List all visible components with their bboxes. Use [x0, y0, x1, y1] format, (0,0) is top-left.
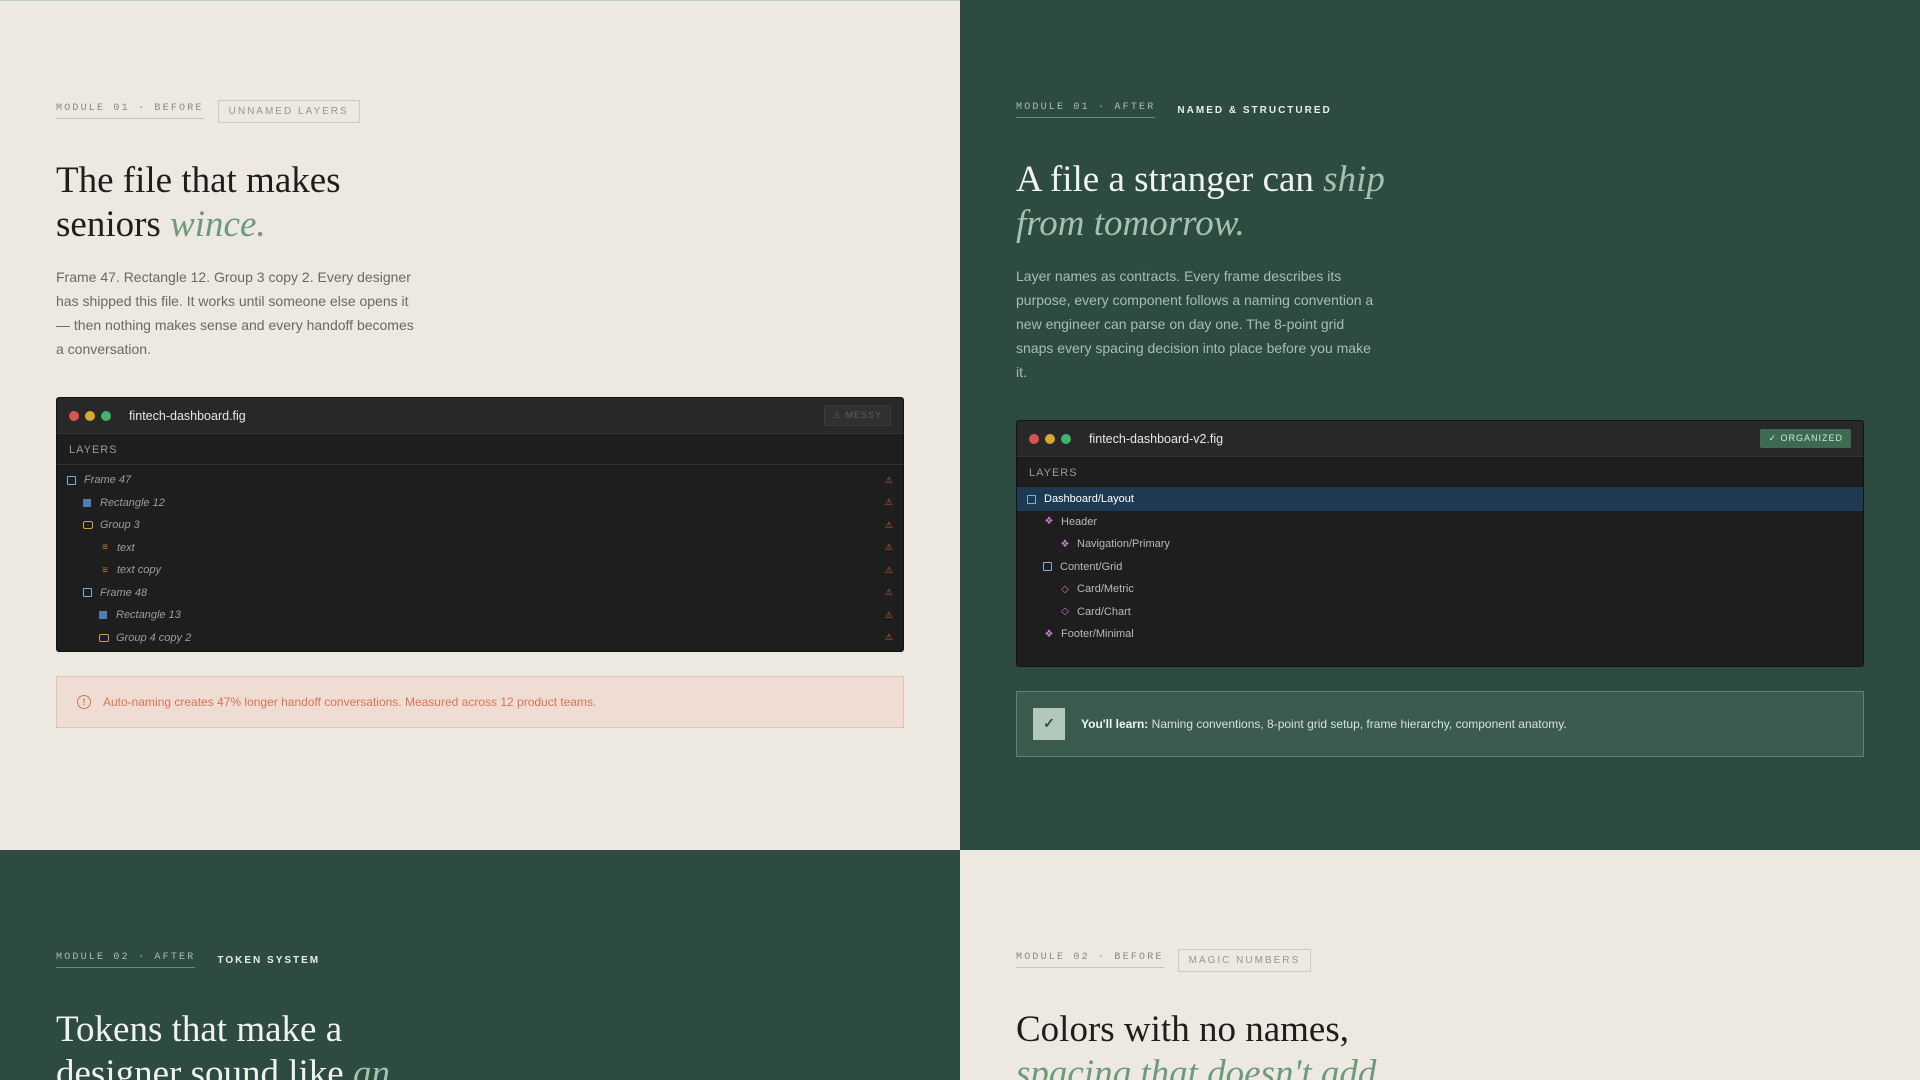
module-tag: TOKEN SYSTEM	[217, 954, 321, 966]
title-line-1: The file that makes	[56, 160, 341, 201]
warning-callout-text: Auto-naming creates 47% longer handoff c…	[103, 695, 597, 709]
module-tag: MAGIC NUMBERS	[1177, 948, 1312, 972]
module-label: MODULE 02 · AFTER	[56, 952, 196, 968]
layer-row-selected[interactable]: Dashboard/Layout	[1017, 488, 1863, 511]
warning-icon: ⚠	[884, 632, 893, 643]
close-dot-icon[interactable]	[69, 410, 79, 421]
status-badge: ⚠ MESSY	[823, 405, 891, 426]
title-emphasis: wince.	[170, 204, 266, 245]
layer-row[interactable]: Content/Grid	[1017, 556, 1863, 579]
section-body: Frame 47. Rectangle 12. Group 3 copy 2. …	[56, 269, 414, 357]
text-icon: ≡	[102, 542, 108, 554]
rectangle-icon	[83, 498, 91, 507]
title-emphasis: spacing that doesn't add	[1016, 1053, 1377, 1080]
layer-row[interactable]: ≡ text copy ⚠	[57, 559, 903, 582]
status-badge: ✓ ORGANIZED	[1760, 429, 1851, 448]
window-filename: fintech-dashboard-v2.fig	[1089, 431, 1224, 446]
section-body: Layer names as contracts. Every frame de…	[1016, 268, 1374, 380]
group-icon	[99, 633, 109, 642]
layer-row[interactable]: ≡ text ⚠	[57, 537, 903, 560]
title-line-1: A file a stranger can	[1016, 159, 1324, 200]
frame-icon	[67, 475, 76, 485]
maximize-dot-icon[interactable]	[1061, 433, 1071, 444]
title-emphasis: an	[352, 1053, 390, 1080]
instance-icon: ◇	[1061, 583, 1069, 595]
title-line-1: Tokens that make a	[56, 1009, 343, 1050]
module-tag: NAMED & STRUCTURED	[1177, 104, 1332, 116]
section-title: Colors with no names, spacing that doesn…	[1016, 1008, 1864, 1080]
title-line-2: seniors	[56, 204, 171, 245]
info-circle-icon: !	[77, 695, 91, 709]
text-icon: ≡	[102, 564, 108, 576]
layer-row[interactable]: Group 4 copy 2 ⚠	[57, 627, 903, 650]
layer-row[interactable]: ❖ Header	[1017, 511, 1863, 534]
eyebrow: MODULE 01 · AFTER NAMED & STRUCTURED	[1016, 98, 1864, 122]
layer-row[interactable]: ❖ Navigation/Primary	[1017, 533, 1863, 556]
title-emphasis-2: from tomorrow.	[1016, 203, 1245, 244]
warning-icon: ⚠	[884, 474, 893, 485]
layer-row[interactable]: Rectangle 13 ⚠	[57, 604, 903, 627]
warning-icon: ⚠	[884, 564, 893, 575]
component-icon: ❖	[1060, 538, 1070, 550]
learn-callout-text: You'll learn: Naming conventions, 8-poin…	[1081, 716, 1567, 731]
module-02-after-panel: MODULE 02 · AFTER TOKEN SYSTEM Tokens th…	[0, 850, 960, 1080]
module-01-after-panel: MODULE 01 · AFTER NAMED & STRUCTURED A f…	[960, 0, 1920, 850]
window-titlebar: fintech-dashboard.fig ⚠ MESSY	[57, 398, 903, 434]
checkmark-icon: ✓	[1033, 707, 1065, 740]
module-label: MODULE 01 · AFTER	[1016, 102, 1156, 118]
layers-header: LAYERS	[1017, 457, 1863, 488]
section-title: A file a stranger can ship from tomorrow…	[1016, 158, 1864, 246]
eyebrow: MODULE 01 · BEFORE UNNAMED LAYERS	[56, 99, 904, 123]
warning-icon: ⚠	[884, 497, 893, 508]
title-line-2: designer sound like	[56, 1053, 353, 1080]
warning-icon: ⚠	[884, 519, 893, 530]
minimize-dot-icon[interactable]	[1045, 433, 1055, 444]
component-icon: ❖	[1044, 628, 1054, 640]
layer-row[interactable]: Group 3 ⚠	[57, 514, 903, 537]
frame-icon	[83, 588, 92, 598]
frame-icon	[1027, 494, 1036, 504]
figma-window-messy: fintech-dashboard.fig ⚠ MESSY LAYERS Fra…	[56, 397, 904, 652]
module-tag: UNNAMED LAYERS	[217, 99, 360, 123]
learn-callout: ✓ You'll learn: Naming conventions, 8-po…	[1016, 690, 1864, 757]
warning-icon: ⚠	[884, 587, 893, 598]
maximize-dot-icon[interactable]	[101, 410, 111, 421]
group-icon	[83, 521, 93, 530]
section-title: The file that makes seniors wince.	[56, 159, 904, 247]
module-label: MODULE 02 · BEFORE	[1016, 952, 1164, 968]
layer-row[interactable]: Rectangle 12 ⚠	[57, 492, 903, 515]
module-label: MODULE 01 · BEFORE	[56, 103, 204, 119]
warning-icon: ⚠	[884, 542, 893, 553]
title-line-1: Colors with no names,	[1016, 1009, 1349, 1050]
figma-window-organized: fintech-dashboard-v2.fig ✓ ORGANIZED LAY…	[1016, 420, 1864, 667]
eyebrow: MODULE 02 · BEFORE MAGIC NUMBERS	[1016, 948, 1864, 972]
layer-row[interactable]: ◇ Card/Metric	[1017, 578, 1863, 601]
close-dot-icon[interactable]	[1029, 433, 1039, 444]
layer-row[interactable]: ❖ Footer/Minimal	[1017, 623, 1863, 646]
window-titlebar: fintech-dashboard-v2.fig ✓ ORGANIZED	[1017, 421, 1863, 457]
instance-icon: ◇	[1061, 606, 1069, 618]
warning-icon: ⚠	[884, 609, 893, 620]
warning-callout: ! Auto-naming creates 47% longer handoff…	[56, 676, 904, 728]
frame-icon	[1043, 562, 1052, 572]
layer-row[interactable]: Frame 48 ⚠	[57, 582, 903, 605]
window-filename: fintech-dashboard.fig	[129, 408, 246, 423]
minimize-dot-icon[interactable]	[85, 410, 95, 421]
rectangle-icon	[99, 611, 107, 620]
layer-row[interactable]: ◇ Card/Chart	[1017, 601, 1863, 624]
title-emphasis-1: ship	[1323, 159, 1385, 200]
module-01-before-panel: MODULE 01 · BEFORE UNNAMED LAYERS The fi…	[0, 0, 960, 850]
eyebrow: MODULE 02 · AFTER TOKEN SYSTEM	[56, 948, 904, 972]
layer-row[interactable]: Frame 47 ⚠	[57, 469, 903, 492]
section-title: Tokens that make a designer sound like a…	[56, 1008, 904, 1080]
module-02-before-panel: MODULE 02 · BEFORE MAGIC NUMBERS Colors …	[960, 850, 1920, 1080]
layers-header: LAYERS	[57, 434, 903, 465]
component-icon: ❖	[1044, 516, 1054, 528]
